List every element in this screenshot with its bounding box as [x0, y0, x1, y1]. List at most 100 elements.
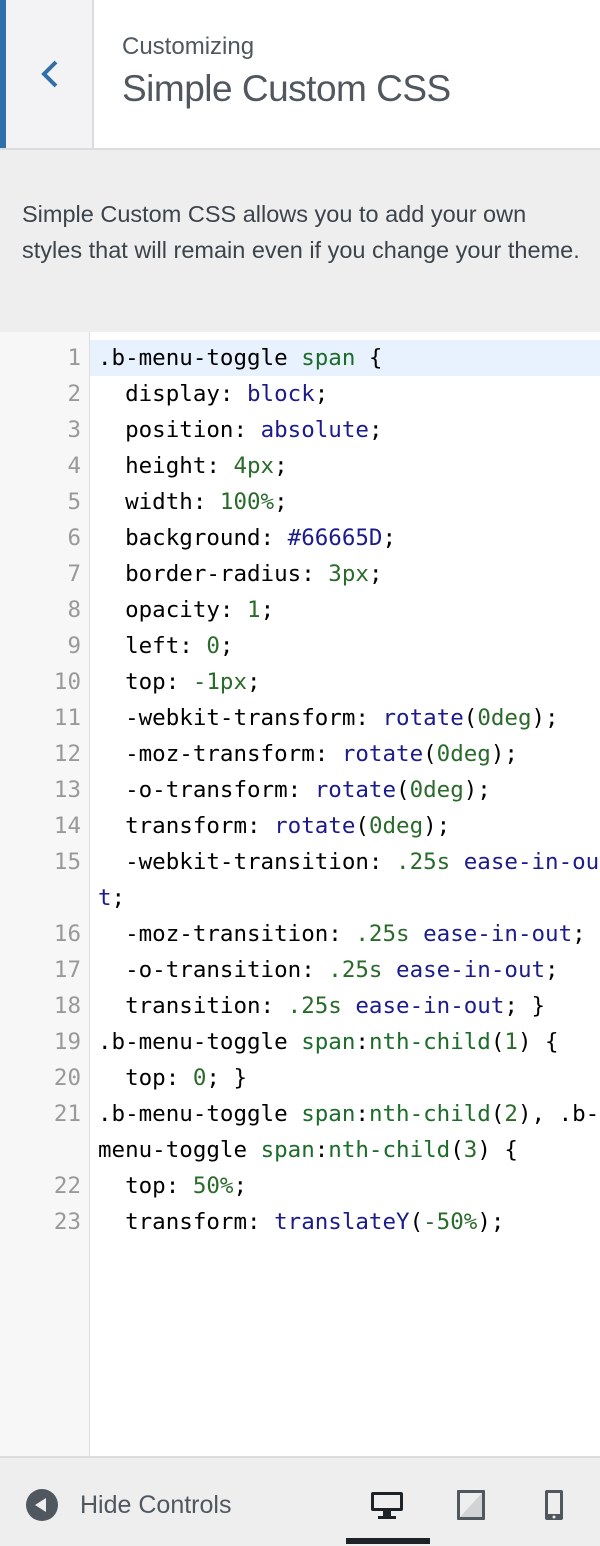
code-token: top: [98, 669, 193, 695]
code-line[interactable]: 11 -webkit-transform: rotate(0deg); [0, 700, 600, 736]
tablet-preview-button[interactable] [454, 1488, 488, 1522]
code-token: ease-in-out [423, 921, 573, 947]
code-text[interactable]: -moz-transform: rotate(0deg); [98, 736, 600, 772]
code-token: ); [463, 777, 491, 803]
code-line[interactable]: 20 top: 0; } [0, 1060, 600, 1096]
code-text[interactable]: height: 4px; [98, 448, 600, 484]
code-line[interactable]: 23 transform: translateY(-50%); [0, 1204, 600, 1240]
code-token: nth-child [368, 1101, 491, 1127]
code-text[interactable]: display: block; [98, 376, 600, 412]
code-token: 0 [206, 633, 220, 659]
code-text[interactable]: -moz-transition: .25s ease-in-out; [98, 916, 600, 952]
code-token: ; [368, 561, 383, 587]
code-token: translateY [274, 1209, 410, 1235]
code-line[interactable]: 5 width: 100%; [0, 484, 600, 520]
code-text[interactable]: -webkit-transition: .25s ease-in-out; [98, 844, 600, 916]
code-token: left: [98, 633, 207, 659]
code-token: ; [274, 489, 288, 515]
code-line[interactable]: 13 -o-transform: rotate(0deg); [0, 772, 600, 808]
code-token: : [355, 1101, 369, 1127]
code-token: ; [274, 453, 288, 479]
mobile-icon [545, 1490, 563, 1520]
css-code-editor[interactable]: 1 .b-menu-toggle span {2 display: block; 3… [0, 332, 600, 1456]
code-token: 0deg [436, 741, 491, 767]
code-line[interactable]: 15 -webkit-transition: .25s ease-in-out; [0, 844, 600, 916]
code-text[interactable]: .b-menu-toggle span:nth-child(2), .b-men… [98, 1096, 600, 1168]
code-text[interactable]: width: 100%; [98, 484, 600, 520]
code-text[interactable]: -o-transition: .25s ease-in-out; [98, 952, 600, 988]
code-token: border-radius: [98, 561, 329, 587]
hide-controls-label: Hide Controls [80, 1490, 232, 1519]
code-text[interactable]: top: 50%; [98, 1168, 600, 1204]
code-token: transform: [98, 813, 275, 839]
code-line[interactable]: 16 -moz-transition: .25s ease-in-out; [0, 916, 600, 952]
customizer-footer: Hide Controls [0, 1456, 600, 1546]
desktop-preview-button[interactable] [370, 1488, 404, 1522]
code-token: 0 [192, 1065, 207, 1091]
code-token: 0deg [477, 705, 532, 731]
code-text[interactable]: opacity: 1; [98, 592, 600, 628]
back-button[interactable] [0, 0, 94, 148]
code-token: span [301, 1101, 356, 1127]
code-line[interactable]: 17 -o-transition: .25s ease-in-out; [0, 952, 600, 988]
line-number: 5 [67, 489, 81, 515]
mobile-preview-button[interactable] [537, 1488, 571, 1522]
code-token: nth-child [328, 1137, 451, 1163]
code-token: height: [98, 453, 234, 479]
code-token: ease-in-out [396, 957, 546, 983]
line-number: 12 [53, 741, 81, 767]
code-line[interactable]: 18 transition: .25s ease-in-out; } [0, 988, 600, 1024]
code-line[interactable]: 14 transform: rotate(0deg); [0, 808, 600, 844]
code-text[interactable]: .b-menu-toggle span:nth-child(1) { [98, 1024, 600, 1060]
code-line[interactable]: 3 position: absolute; [0, 412, 600, 448]
code-token: 2 [504, 1101, 518, 1127]
code-line[interactable]: 19 .b-menu-toggle span:nth-child(1) { [0, 1024, 600, 1060]
hide-controls-button[interactable]: Hide Controls [26, 1488, 231, 1522]
code-text[interactable]: top: 0; } [98, 1060, 600, 1096]
code-token: span [260, 1137, 315, 1163]
code-line[interactable]: 8 opacity: 1; [0, 592, 600, 628]
code-token: ( [463, 705, 478, 731]
code-line[interactable]: 10 top: -1px; [0, 664, 600, 700]
code-text[interactable]: transform: rotate(0deg); [98, 808, 600, 844]
code-text[interactable]: position: absolute; [98, 412, 600, 448]
code-text[interactable]: -o-transform: rotate(0deg); [98, 772, 600, 808]
code-line[interactable]: 2 display: block; [0, 376, 600, 412]
code-text[interactable]: .b-menu-toggle span { [98, 340, 600, 376]
code-token: background: [98, 525, 288, 551]
code-token: ); [490, 741, 518, 767]
code-lines[interactable]: 1 .b-menu-toggle span {2 display: block; 3… [0, 340, 600, 1240]
description-area: Simple Custom CSS allows you to add your… [0, 150, 600, 332]
code-token: .25s [328, 957, 383, 983]
code-text[interactable]: transform: translateY(-50%); [98, 1204, 600, 1240]
code-line[interactable]: 4 height: 4px; [0, 448, 600, 484]
line-number: 2 [67, 381, 81, 407]
code-token: span [301, 345, 356, 371]
code-line[interactable]: 9 left: 0; [0, 628, 600, 664]
line-number: 22 [53, 1173, 81, 1199]
code-text[interactable]: transition: .25s ease-in-out; } [98, 988, 600, 1024]
code-line[interactable]: 6 background: #66665D; [0, 520, 600, 556]
code-text[interactable]: top: -1px; [98, 664, 600, 700]
code-line[interactable]: 21 .b-menu-toggle span:nth-child(2), .b-m… [0, 1096, 600, 1168]
code-line[interactable]: 12 -moz-transform: rotate(0deg); [0, 736, 600, 772]
code-line[interactable]: 1 .b-menu-toggle span { [0, 340, 600, 376]
code-text[interactable]: left: 0; [98, 628, 600, 664]
code-token: rotate [314, 777, 397, 803]
line-number: 13 [53, 777, 81, 803]
code-token: ) { [477, 1137, 518, 1163]
code-token: .25s [355, 921, 410, 947]
panel-title: Simple Custom CSS [122, 68, 451, 109]
code-text[interactable]: -webkit-transform: rotate(0deg); [98, 700, 600, 736]
code-token: rotate [382, 705, 464, 731]
code-text[interactable]: border-radius: 3px; [98, 556, 600, 592]
code-token: -50% [423, 1209, 478, 1235]
code-token: { [355, 345, 383, 371]
code-token: ); [531, 705, 559, 731]
code-text[interactable]: background: #66665D; [98, 520, 600, 556]
code-line[interactable]: 7 border-radius: 3px; [0, 556, 600, 592]
code-line[interactable]: 22 top: 50%; [0, 1168, 600, 1204]
code-token: top: [98, 1065, 193, 1091]
